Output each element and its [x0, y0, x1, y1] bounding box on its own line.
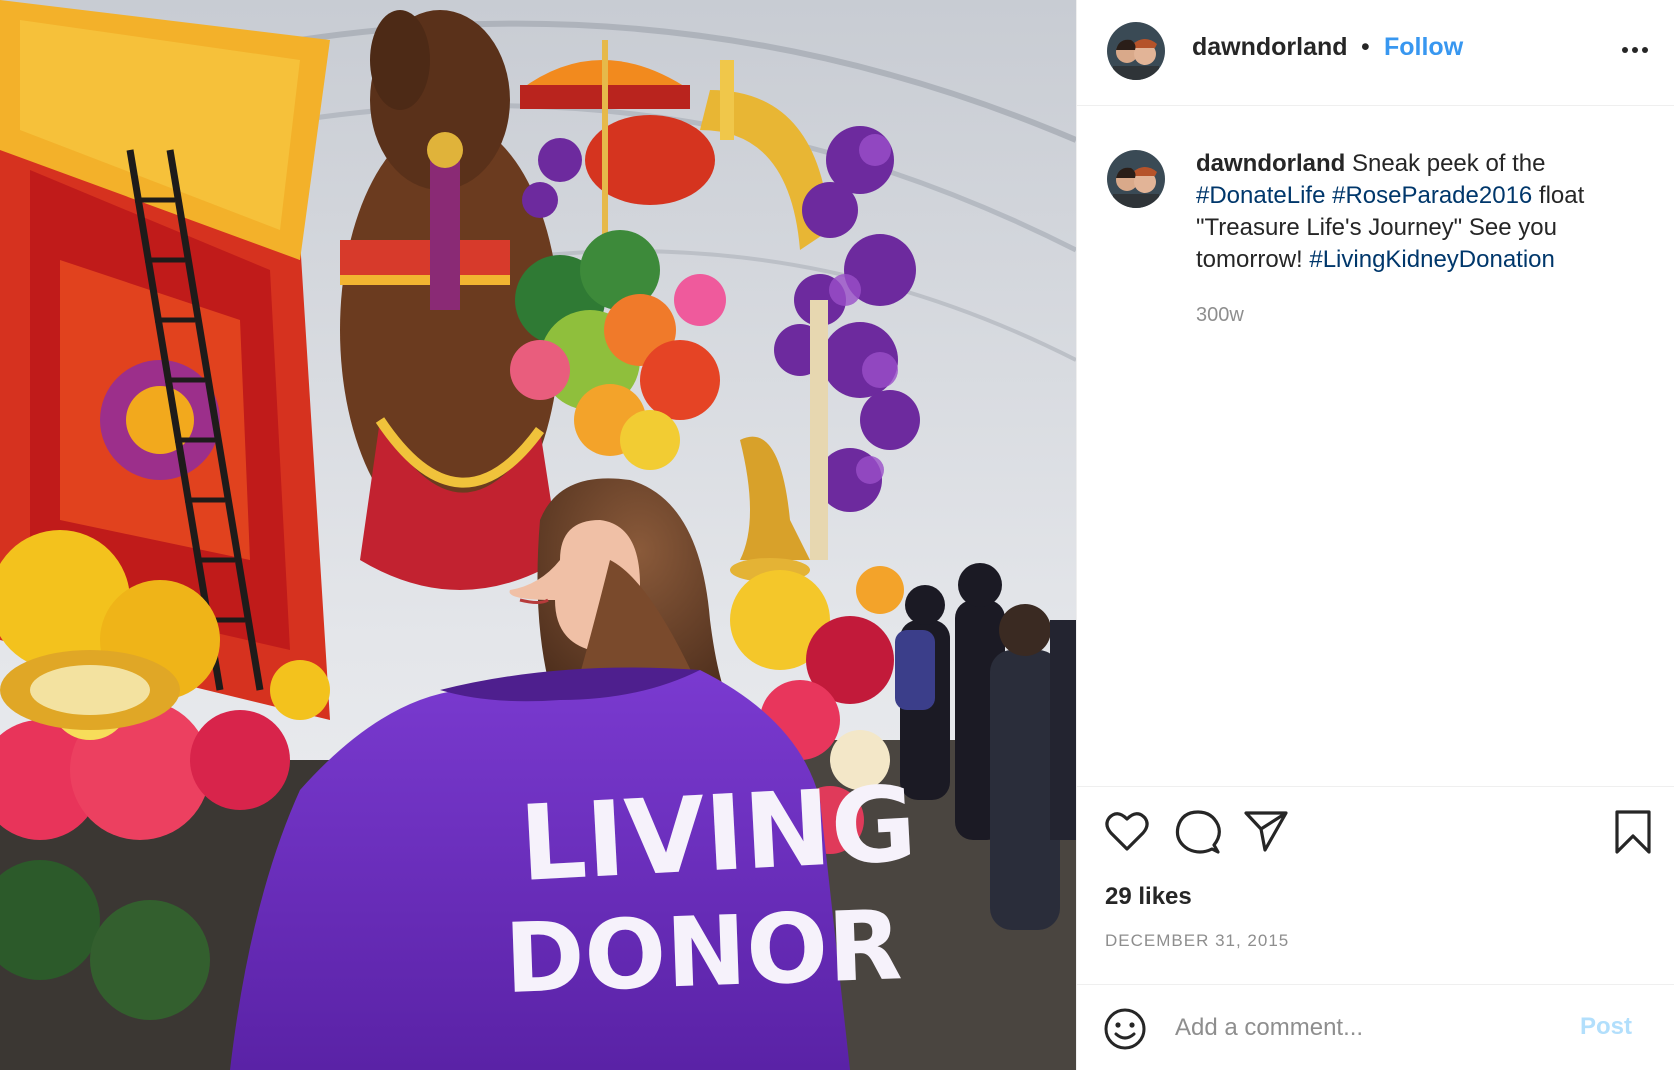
jacket-text-line2: DONOR [503, 889, 904, 1015]
username[interactable]: dawndorland [1192, 33, 1348, 62]
more-options-icon[interactable] [1615, 30, 1655, 70]
bookmark-icon[interactable] [1613, 809, 1653, 855]
post-photo[interactable]: LIVING DONOR [0, 0, 1076, 1070]
time-ago[interactable]: 300w [1196, 304, 1244, 327]
post-date: DECEMBER 31, 2015 [1105, 931, 1290, 950]
comment-bar: Post [1077, 984, 1674, 1070]
likes-count[interactable]: 29 likes [1105, 883, 1192, 911]
separator-dot: • [1361, 33, 1370, 61]
hashtag-donatelife[interactable]: #DonateLife [1196, 182, 1325, 209]
avatar[interactable] [1107, 22, 1165, 80]
hashtag-roseparade2016[interactable]: #RoseParade2016 [1332, 182, 1532, 209]
follow-button[interactable]: Follow [1384, 33, 1463, 62]
emoji-icon[interactable] [1103, 1007, 1147, 1051]
comment-input[interactable] [1173, 1007, 1557, 1049]
caption-text: dawndorland Sneak peek of the #DonateLif… [1196, 148, 1636, 276]
post-details-panel: dawndorland • Follow dawndorland Sneak p… [1076, 0, 1674, 1070]
caption-section: dawndorland Sneak peek of the #DonateLif… [1077, 106, 1674, 786]
comment-icon[interactable] [1174, 809, 1222, 855]
caption-avatar[interactable] [1107, 150, 1165, 208]
post-header: dawndorland • Follow [1077, 0, 1674, 106]
share-icon[interactable] [1243, 809, 1289, 853]
action-bar: 29 likes DECEMBER 31, 2015 [1077, 786, 1674, 986]
hashtag-livingkidneydonation[interactable]: #LivingKidneyDonation [1309, 246, 1555, 273]
instagram-post: LIVING DONOR dawndorland • Follow dawndo… [0, 0, 1674, 1070]
post-button[interactable]: Post [1580, 1013, 1632, 1041]
caption-username[interactable]: dawndorland [1196, 150, 1345, 177]
caption-part-1: Sneak peek of the [1345, 150, 1546, 177]
jacket-text-line1: LIVING [517, 762, 919, 905]
heart-icon[interactable] [1103, 809, 1151, 853]
